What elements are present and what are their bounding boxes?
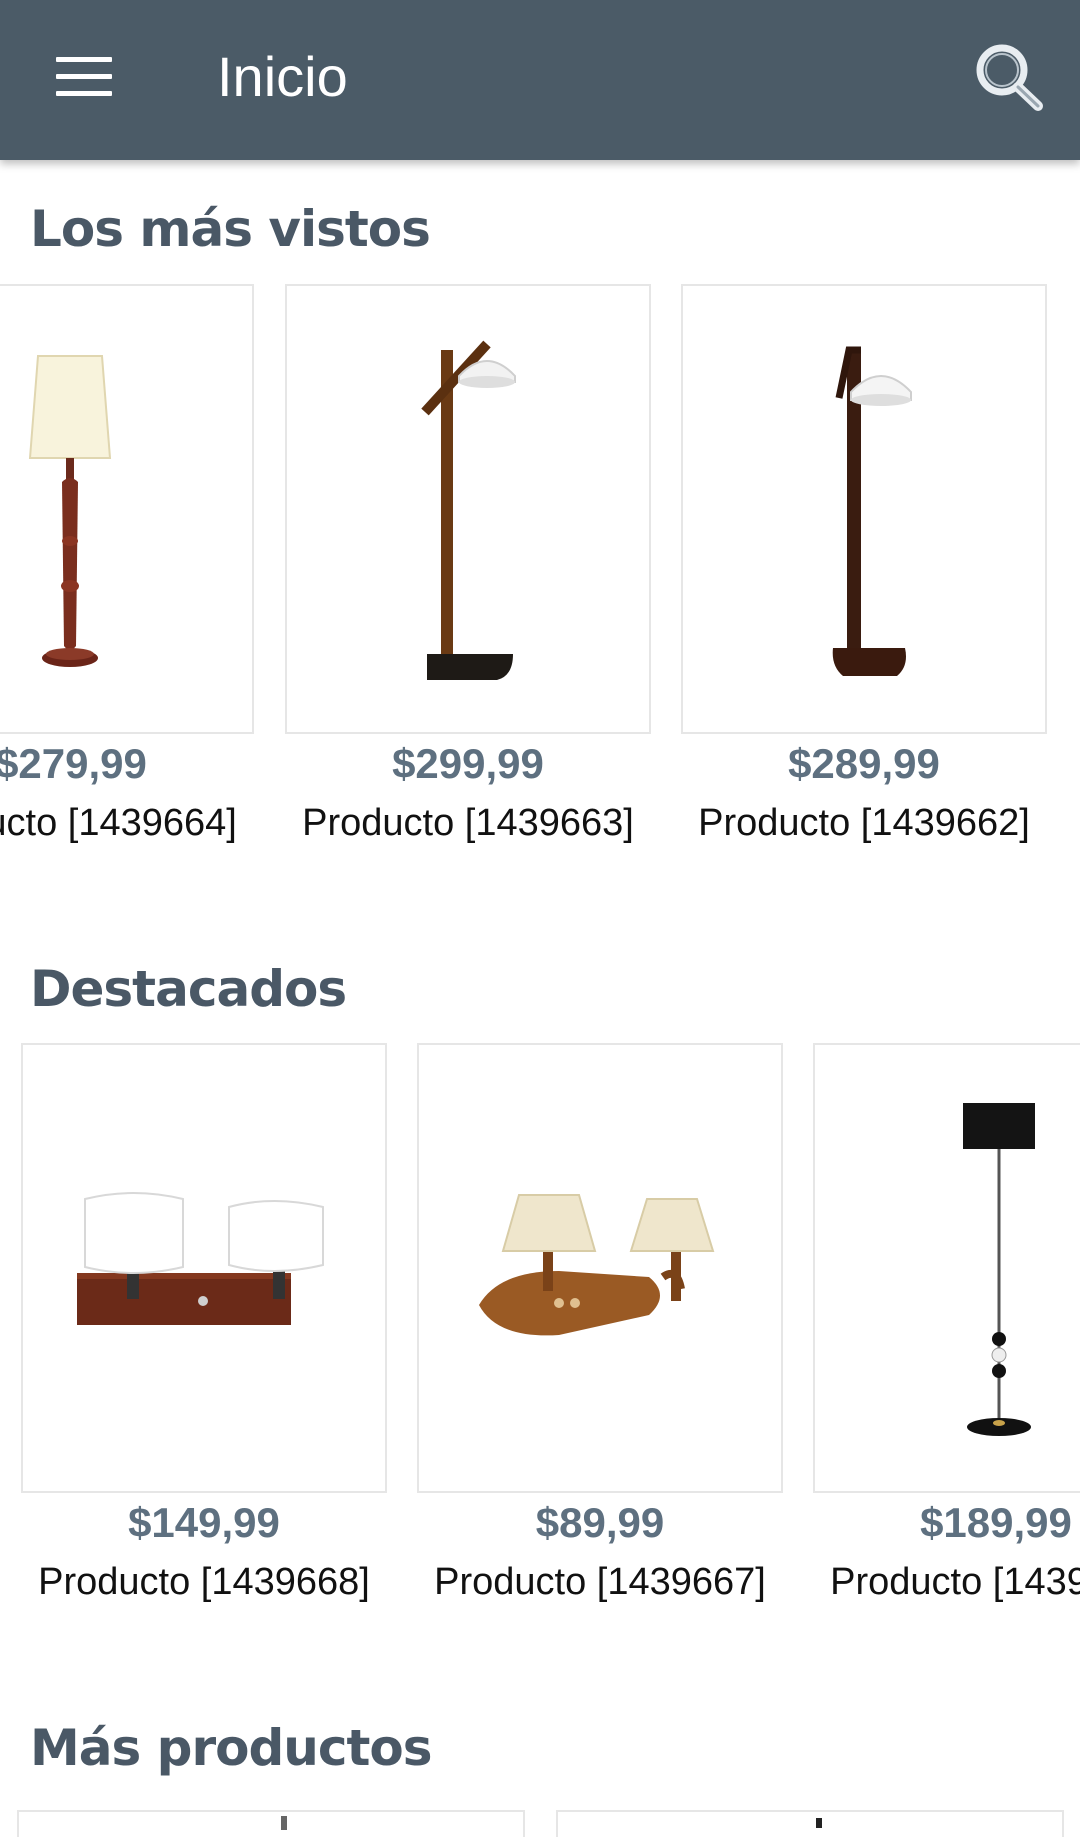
double-wall-lamp-image — [77, 1192, 324, 1325]
product-card[interactable]: $299,99 Producto [1439663] — [285, 284, 651, 845]
section-title-more-products: Más productos — [30, 1719, 433, 1777]
product-price: $89,99 — [535, 1499, 665, 1546]
product-price: $149,99 — [128, 1499, 280, 1546]
product-card[interactable] — [17, 1810, 525, 1837]
product-name: Producto [1439666] — [830, 1561, 1080, 1603]
dark-wood-floor-lamp-image — [832, 346, 912, 676]
product-image[interactable] — [0, 284, 254, 734]
product-image[interactable] — [417, 1043, 783, 1493]
wood-arm-floor-lamp-image — [421, 340, 516, 680]
product-card[interactable]: $279,99 Producto [1439664] — [0, 284, 254, 845]
product-name: Producto [1439667] — [434, 1561, 766, 1603]
product-price: $189,99 — [920, 1499, 1072, 1546]
product-name: Producto [1439664] — [0, 802, 237, 844]
more-products-grid[interactable] — [0, 1810, 1080, 1837]
product-price: $289,99 — [788, 740, 940, 787]
page-title: Inicio — [217, 45, 348, 108]
featured-carousel[interactable]: $149,99 Producto [1439668] $89,99 Produc… — [0, 1043, 1080, 1623]
product-image — [816, 1818, 822, 1828]
search-icon[interactable] — [972, 42, 1044, 114]
product-image — [281, 1816, 287, 1830]
black-shade-floor-lamp-image — [963, 1103, 1035, 1436]
section-title-most-viewed: Los más vistos — [30, 200, 431, 258]
section-title-featured: Destacados — [30, 960, 347, 1018]
product-card[interactable]: $149,99 Producto [1439668] — [21, 1043, 387, 1604]
product-image[interactable] — [681, 284, 1047, 734]
most-viewed-carousel[interactable]: $279,99 Producto [1439664] $299,99 Produ… — [0, 284, 1080, 864]
product-name: Producto [1439662] — [698, 802, 1030, 844]
product-card[interactable]: $289,99 Producto [1439662] — [681, 284, 1047, 845]
product-image[interactable] — [285, 284, 651, 734]
brass-twin-sconce-image — [479, 1194, 715, 1336]
product-image[interactable] — [813, 1043, 1080, 1493]
product-image[interactable] — [21, 1043, 387, 1493]
product-card[interactable] — [556, 1810, 1064, 1837]
floor-lamp-image — [28, 355, 112, 667]
product-name: Producto [1439668] — [38, 1561, 370, 1603]
app-bar: Inicio — [0, 0, 1080, 160]
product-price: $299,99 — [392, 740, 544, 787]
product-card[interactable]: $89,99 Producto [1439667] — [417, 1043, 783, 1604]
hamburger-menu-icon[interactable] — [56, 57, 112, 97]
product-price: $279,99 — [0, 740, 147, 787]
product-name: Producto [1439663] — [302, 802, 634, 844]
product-card[interactable]: $189,99 Producto [1439666] — [813, 1043, 1080, 1604]
